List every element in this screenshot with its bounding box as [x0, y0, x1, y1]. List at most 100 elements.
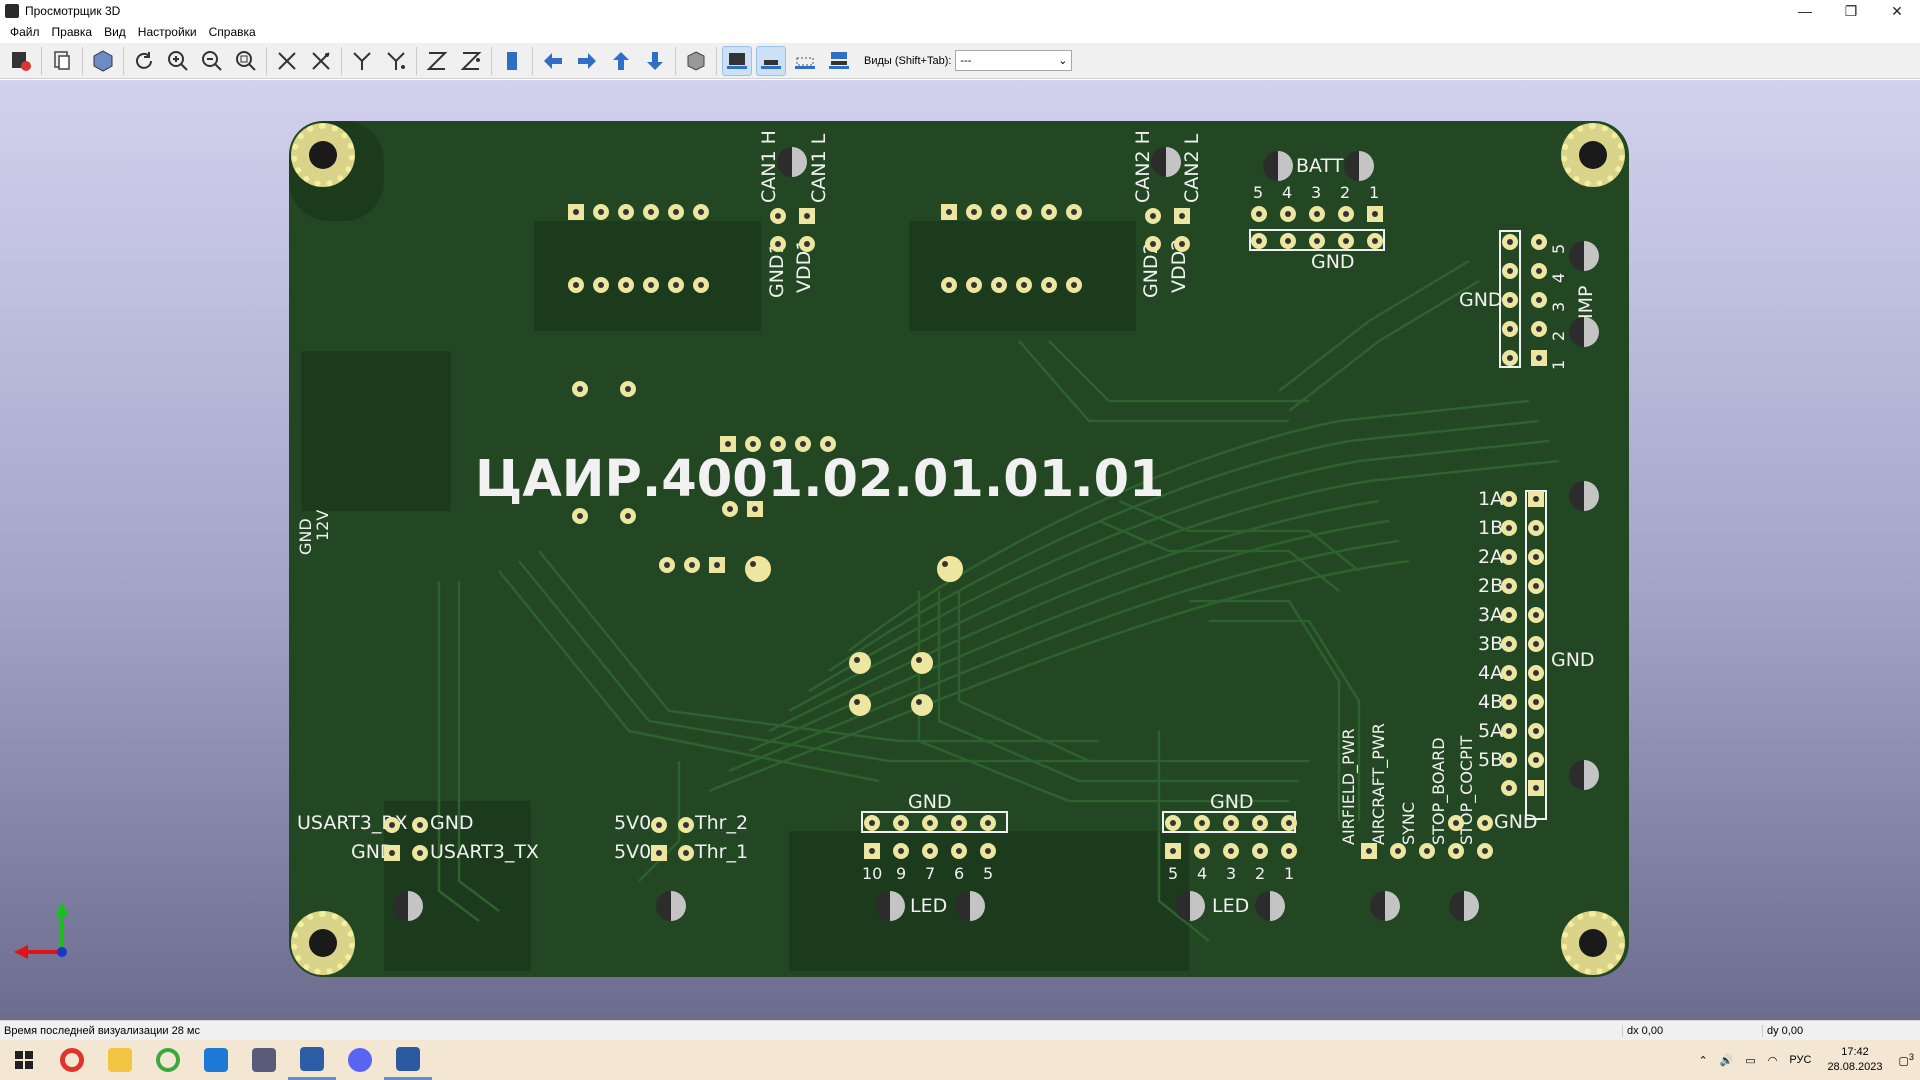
menu-settings[interactable]: Настройки — [132, 25, 203, 39]
windows-start-icon[interactable] — [0, 1040, 48, 1080]
via-pad — [745, 556, 771, 582]
bottom-gnd-label: GND — [1494, 811, 1538, 833]
menu-help[interactable]: Справка — [203, 25, 262, 39]
menu-edit[interactable]: Правка — [46, 25, 99, 39]
green-circle-app-icon[interactable] — [144, 1040, 192, 1080]
pin-pad — [1165, 815, 1181, 831]
language-indicator[interactable]: РУС — [1789, 1054, 1811, 1066]
flip-board-icon[interactable] — [497, 46, 527, 76]
via-pad — [620, 381, 636, 397]
led-right-gnd-label: GND — [1210, 791, 1254, 813]
ortho-icon[interactable] — [681, 46, 711, 76]
move-up-icon[interactable] — [606, 46, 636, 76]
via-pad — [572, 508, 588, 524]
render-icon[interactable] — [88, 46, 118, 76]
minimize-button[interactable]: — — [1782, 0, 1828, 22]
test-point — [1175, 891, 1205, 921]
can2l-label: CAN2 L — [1181, 133, 1203, 203]
can1l-label: CAN1 L — [808, 133, 830, 203]
rotate-x-ccw-icon[interactable] — [306, 46, 336, 76]
pin-pad — [618, 204, 634, 220]
can2h-label: CAN2 H — [1132, 130, 1154, 203]
rotate-z-cw-icon[interactable] — [422, 46, 452, 76]
move-down-icon[interactable] — [640, 46, 670, 76]
pin-pad — [745, 436, 761, 452]
pin-pad — [1309, 233, 1325, 249]
battery-icon[interactable]: ▭ — [1745, 1054, 1755, 1067]
pin-pad — [722, 501, 738, 517]
opera-icon[interactable] — [48, 1040, 96, 1080]
maximize-button[interactable]: ❐ — [1828, 0, 1874, 22]
led-num: 9 — [896, 864, 907, 883]
test-point — [393, 891, 423, 921]
zoom-fit-icon[interactable] — [231, 46, 261, 76]
pin-pad — [1502, 263, 1518, 279]
pin-pad — [1041, 277, 1057, 293]
notifications-icon[interactable]: ▢3 — [1899, 1052, 1915, 1068]
test-point — [777, 147, 807, 177]
menu-view[interactable]: Вид — [98, 25, 132, 39]
zoom-in-icon[interactable] — [163, 46, 193, 76]
test-point — [955, 891, 985, 921]
views-dropdown[interactable]: --- ⌄ — [955, 50, 1073, 71]
pin-pad — [1145, 236, 1161, 252]
show-tht-icon[interactable] — [722, 45, 752, 76]
thr-5v0-label: 5V0 — [614, 812, 652, 834]
rotate-z-ccw-icon[interactable] — [456, 46, 486, 76]
3d-viewport[interactable]: CAN1 H CAN1 L CAN2 H CAN2 L GND1 VDD1 GN… — [0, 80, 1920, 1020]
title-bar: Просмотрщик 3D — ❐ ✕ — [0, 0, 1920, 22]
pin-pad — [1501, 665, 1517, 681]
pin-pad — [1367, 233, 1383, 249]
kicad-icon[interactable] — [288, 1040, 336, 1080]
test-point — [1569, 317, 1599, 347]
rotate-x-cw-icon[interactable] — [272, 46, 302, 76]
tools-app-icon[interactable] — [240, 1040, 288, 1080]
rotate-y-ccw-icon[interactable] — [381, 46, 411, 76]
pin-pad — [1041, 204, 1057, 220]
taskbar: ⌃ 🔊 ▭ ◠ РУС 17:42 28.08.2023 ▢3 — [0, 1040, 1920, 1080]
batt-num: 1 — [1369, 183, 1380, 202]
status-bar: Время последней визуализации 28 мс dx 0,… — [0, 1020, 1920, 1040]
pin-pad — [1174, 236, 1190, 252]
close-button[interactable]: ✕ — [1874, 0, 1920, 22]
move-left-icon[interactable] — [538, 46, 568, 76]
zoom-out-icon[interactable] — [197, 46, 227, 76]
menu-bar: Файл Правка Вид Настройки Справка — [0, 22, 1920, 42]
connector-outline — [1525, 490, 1547, 820]
led-right-label: LED — [1212, 895, 1250, 917]
pin-pad — [864, 815, 880, 831]
pin-pad — [651, 817, 667, 833]
move-right-icon[interactable] — [572, 46, 602, 76]
show-smd-icon[interactable] — [756, 45, 786, 76]
pin-pad — [1528, 520, 1544, 536]
imp-num: 1 — [1549, 359, 1568, 370]
pin-pad — [1448, 843, 1464, 859]
menu-file[interactable]: Файл — [4, 25, 46, 39]
show-virtual-icon[interactable] — [790, 46, 820, 76]
copy-icon[interactable] — [47, 46, 77, 76]
led-num: 1 — [1284, 864, 1295, 883]
refresh-icon[interactable] — [129, 46, 159, 76]
reload-board-icon[interactable] — [6, 46, 36, 76]
discord-icon[interactable] — [336, 1040, 384, 1080]
clock[interactable]: 17:42 28.08.2023 — [1827, 1045, 1882, 1075]
show-pos-icon[interactable] — [824, 46, 854, 76]
system-tray: ⌃ 🔊 ▭ ◠ РУС 17:42 28.08.2023 ▢3 — [1692, 1040, 1920, 1080]
pin-pad — [820, 436, 836, 452]
pin-pad — [1502, 321, 1518, 337]
clock-time: 17:42 — [1841, 1046, 1869, 1058]
rotate-y-cw-icon[interactable] — [347, 46, 377, 76]
pin-pad — [618, 277, 634, 293]
volume-icon[interactable]: 🔊 — [1720, 1054, 1734, 1067]
file-explorer-icon[interactable] — [96, 1040, 144, 1080]
pin-pad — [384, 817, 400, 833]
pin-pad — [1280, 206, 1296, 222]
thr1-label: Thr_1 — [695, 841, 749, 863]
pin-pad — [1281, 815, 1297, 831]
chevron-up-icon[interactable]: ⌃ — [1698, 1054, 1707, 1067]
image-viewer-icon[interactable] — [384, 1040, 432, 1080]
l-app-icon[interactable] — [192, 1040, 240, 1080]
pin-pad — [1390, 843, 1406, 859]
pin-pad — [1174, 208, 1190, 224]
wifi-icon[interactable]: ◠ — [1768, 1054, 1778, 1067]
